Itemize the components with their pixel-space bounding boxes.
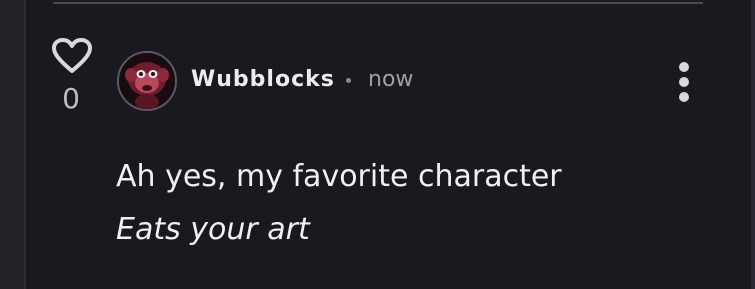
heart-outline-icon <box>52 38 92 73</box>
left-rail <box>0 0 26 289</box>
divider <box>53 2 703 4</box>
vertical-ellipsis-icon <box>679 62 689 72</box>
like-button[interactable] <box>51 38 93 74</box>
like-count: 0 <box>62 82 80 115</box>
vertical-ellipsis-icon <box>679 92 689 102</box>
timestamp: now <box>368 67 414 92</box>
more-options-button[interactable] <box>670 60 698 104</box>
comment-panel: 0 Wubblocks now Ah yes, my favorite char… <box>0 0 755 289</box>
monkey-avatar-icon <box>119 53 175 109</box>
comment-text-italic: Eats your art <box>116 212 310 247</box>
right-rail <box>751 0 755 289</box>
comment-text: Ah yes, my favorite character <box>116 159 562 194</box>
author-name[interactable]: Wubblocks <box>191 67 335 92</box>
avatar[interactable] <box>117 51 177 111</box>
vertical-ellipsis-icon <box>679 77 689 87</box>
separator-dot <box>346 78 351 83</box>
